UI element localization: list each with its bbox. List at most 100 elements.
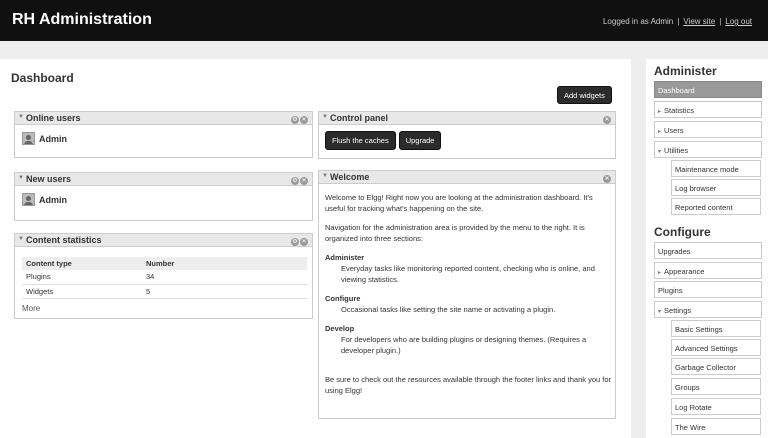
close-icon[interactable]: ✕: [300, 177, 308, 185]
menu-item-plugins[interactable]: Plugins: [654, 281, 762, 298]
widget-title: Control panel: [330, 113, 388, 123]
section-title: Develop: [325, 324, 355, 333]
menu-item-label: Dashboard: [658, 86, 695, 95]
separator: |: [677, 17, 680, 26]
menu-item-log-browser[interactable]: Log browser: [671, 179, 761, 196]
menu-item-upgrades[interactable]: Upgrades: [654, 242, 762, 259]
username[interactable]: Admin: [39, 195, 67, 205]
collapse-arrow-icon[interactable]: ▼: [18, 175, 24, 181]
section-description: For developers who are building plugins …: [341, 335, 587, 355]
widget-title: New users: [26, 174, 72, 184]
menu-item-dashboard[interactable]: Dashboard: [654, 81, 762, 98]
top-bar: RH Administration Logged in as Admin | Vie…: [0, 0, 768, 41]
separator: |: [719, 17, 722, 26]
table-row: Plugins 34: [22, 270, 307, 285]
add-widgets-button[interactable]: Add widgets: [557, 86, 612, 104]
configure-heading: Configure: [654, 225, 711, 239]
expand-arrow-icon[interactable]: ▸: [658, 270, 661, 276]
widget-header[interactable]: ▼ Content statistics ⚙ ✕: [15, 234, 312, 247]
menu-item-basic-settings[interactable]: Basic Settings: [671, 320, 761, 337]
collapse-arrow-icon[interactable]: ▼: [18, 114, 24, 120]
menu-item-statistics[interactable]: ▸ Statistics: [654, 101, 762, 118]
logged-in-text: Logged in as Admin: [602, 17, 674, 26]
menu-item-settings[interactable]: ▾ Settings: [654, 301, 762, 318]
menu-item-the-wire[interactable]: The Wire: [671, 418, 761, 435]
close-icon[interactable]: ✕: [603, 116, 611, 124]
table-cell: 34: [142, 270, 307, 285]
column-header: Content type: [22, 257, 142, 270]
user-entry[interactable]: Admin: [22, 193, 67, 207]
username[interactable]: Admin: [39, 134, 67, 144]
widget-header[interactable]: ▼ Control panel ✕: [319, 112, 615, 125]
table-cell: 5: [142, 284, 307, 299]
more-link[interactable]: More: [22, 304, 40, 313]
upgrade-button[interactable]: Upgrade: [398, 131, 442, 150]
collapse-arrow-icon[interactable]: ▼: [18, 236, 24, 242]
content-statistics-widget: ▼ Content statistics ⚙ ✕ Content type Num…: [14, 233, 313, 319]
content-statistics-table: Content type Number Plugins 34 Widgets 5: [22, 257, 307, 299]
site-title[interactable]: RH Administration: [12, 11, 152, 29]
menu-item-label: Settings: [664, 306, 692, 315]
menu-item-log-rotate[interactable]: Log Rotate: [671, 398, 761, 415]
table-cell: Widgets: [22, 284, 142, 299]
table-header-row: Content type Number: [22, 257, 307, 270]
widget-header[interactable]: ▼ New users ⚙ ✕: [15, 173, 312, 186]
collapse-arrow-icon[interactable]: ▾: [658, 149, 661, 155]
collapse-arrow-icon[interactable]: ▾: [658, 309, 661, 315]
column-header: Number: [142, 257, 307, 270]
table-cell: Plugins: [22, 270, 142, 285]
menu-item-reported-content[interactable]: Reported content: [671, 198, 761, 215]
avatar[interactable]: [22, 193, 35, 206]
welcome-footer-text: Be sure to check out the resources avail…: [325, 375, 612, 395]
gear-icon[interactable]: ⚙: [291, 177, 299, 185]
menu-item-label: Upgrades: [658, 247, 691, 256]
logout-link[interactable]: Log out: [725, 17, 752, 26]
section-title: Configure: [325, 294, 361, 303]
widget-header[interactable]: ▼ Online users ⚙ ✕: [15, 112, 312, 125]
widget-header[interactable]: ▼ Welcome ✕: [319, 171, 615, 184]
menu-item-users[interactable]: ▸ Users: [654, 121, 762, 138]
gear-icon[interactable]: ⚙: [291, 116, 299, 124]
menu-item-utilities[interactable]: ▾ Utilities: [654, 141, 762, 158]
close-icon[interactable]: ✕: [603, 175, 611, 183]
menu-item-groups[interactable]: Groups: [671, 378, 761, 395]
menu-item-garbage-collector[interactable]: Garbage Collector: [671, 358, 761, 375]
close-icon[interactable]: ✕: [300, 238, 308, 246]
administer-heading: Administer: [654, 64, 717, 78]
menu-item-label: Plugins: [658, 286, 683, 295]
widget-title: Welcome: [330, 172, 370, 182]
welcome-widget: ▼ Welcome ✕ Welcome to Elgg! Right now y…: [318, 170, 616, 419]
flush-caches-button[interactable]: Flush the caches: [325, 131, 396, 150]
menu-item-appearance[interactable]: ▸ Appearance: [654, 262, 762, 279]
menu-item-advanced-settings[interactable]: Advanced Settings: [671, 339, 761, 356]
collapse-arrow-icon[interactable]: ▼: [322, 173, 328, 179]
gear-icon[interactable]: ⚙: [291, 238, 299, 246]
user-entry[interactable]: Admin: [22, 132, 67, 146]
view-site-link[interactable]: View site: [683, 17, 715, 26]
welcome-body: Welcome to Elgg! Right now you are looki…: [325, 192, 612, 404]
control-panel-buttons: Flush the caches Upgrade: [325, 131, 444, 150]
page-title: Dashboard: [11, 71, 74, 85]
avatar[interactable]: [22, 132, 35, 145]
section-title: Administer: [325, 253, 365, 262]
welcome-nav-text: Navigation for the administration area i…: [325, 223, 585, 243]
online-users-widget: ▼ Online users ⚙ ✕ Admin: [14, 111, 313, 158]
section-description: Everyday tasks like monitoring reported …: [341, 264, 595, 284]
menu-item-maintenance-mode[interactable]: Maintenance mode: [671, 160, 761, 177]
menu-item-label: Users: [664, 126, 684, 135]
widget-title: Online users: [26, 113, 81, 123]
user-links: Logged in as Admin | View site | Log out: [603, 17, 752, 26]
section-description: Occasional tasks like setting the site n…: [341, 305, 556, 314]
menu-item-label: Statistics: [664, 106, 695, 115]
new-users-widget: ▼ New users ⚙ ✕ Admin: [14, 172, 313, 221]
close-icon[interactable]: ✕: [300, 116, 308, 124]
control-panel-widget: ▼ Control panel ✕ Flush the caches Upgrad…: [318, 111, 616, 159]
collapse-arrow-icon[interactable]: ▼: [322, 114, 328, 120]
main-content: Dashboard Add widgets ▼ Online users ⚙ ✕ …: [0, 59, 631, 438]
welcome-intro: Welcome to Elgg! Right now you are looki…: [325, 193, 593, 213]
expand-arrow-icon[interactable]: ▸: [658, 129, 661, 135]
widget-title: Content statistics: [26, 235, 102, 245]
table-row: Widgets 5: [22, 284, 307, 299]
menu-item-label: Appearance: [664, 267, 705, 276]
expand-arrow-icon[interactable]: ▸: [658, 109, 661, 115]
